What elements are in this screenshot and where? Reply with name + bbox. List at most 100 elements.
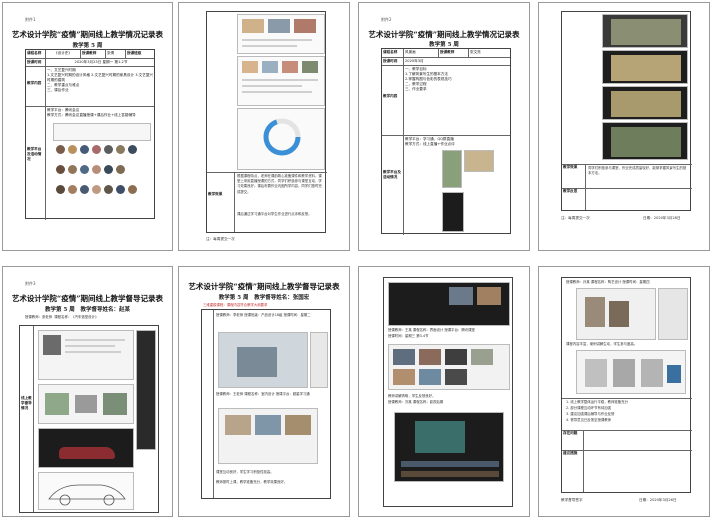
- value-course: 风景画: [404, 49, 439, 57]
- record-table: 线上教学督导情况: [19, 325, 159, 513]
- car-sketch-icon: [48, 484, 126, 506]
- screenshot-car-sketch: [38, 472, 134, 510]
- screenshot-video-strip: [136, 330, 156, 450]
- record-text-1: 授课教师：李老师 授课班级：产品设计18级 授课时间：星期二: [216, 313, 311, 317]
- screenshot-landscape-2: [464, 150, 494, 172]
- progress-ring-icon: [263, 118, 301, 156]
- screenshot-landscape-1: [442, 150, 462, 188]
- screenshot-engine: [38, 384, 134, 424]
- record-text-3: 教师讲解清晰，学生反馈良好。: [388, 394, 436, 398]
- value-time: 2020年3月: [405, 59, 424, 63]
- document-page-1: 附件1 艺术设计学院“疫情”期间线上教学情况记录表 教学第 5 周 课程名称 《…: [2, 2, 173, 251]
- screenshot-3d-modeling: [218, 332, 308, 388]
- document-page-2: 教学效果 根据课程特点，老师在课前精心准备课件和教学资料，课堂上采用直播授课的方…: [178, 2, 350, 251]
- label-time: 授课时间: [382, 58, 404, 65]
- page-subtitle: 教学第 5 周 教学督导姓名：赵某: [45, 307, 130, 313]
- value-teacher: 张倩: [106, 50, 126, 58]
- screenshot-gallery: [388, 344, 510, 390]
- course-info: 授课教师：张老师 课程名称：《汽车造型设计》: [25, 315, 99, 319]
- label-platform: 教学平台及活动情况: [382, 136, 404, 235]
- screenshot-phone: [442, 192, 464, 232]
- screenshot-statistics: [237, 108, 325, 170]
- value-teacher: 张文亮: [470, 50, 481, 54]
- screenshot-course-list: [237, 56, 325, 106]
- page-title: 艺术设计学院“疫情”期间线上教学情况记录表: [368, 30, 520, 39]
- document-page-8: 授课教师：孙某 课程名称：陶艺设计 授课时间：星期四 课程内容丰富，案例讲解生动…: [538, 266, 710, 517]
- record-text-3: 课堂互动良好，学生学习积极性较高。: [216, 470, 274, 474]
- label-teacher: 授课教师: [439, 49, 469, 57]
- page-footer: 注：每周提交一次: [561, 216, 590, 220]
- value-content: 一、文艺复兴时期 1.文艺复兴时期的设计风格 2.文艺复兴时期的家具设计 3.文…: [47, 68, 154, 92]
- value-course: 《设计史》: [46, 50, 81, 58]
- record-table: 教学效果 教学反思 同学们积极参与课堂，作业完成质量较好，能够掌握风景写生的基本…: [561, 11, 692, 211]
- record-text-4: 授课教师：刘某 课程名称：影视后期: [388, 400, 444, 404]
- screenshot-ui-design: [388, 282, 510, 326]
- screenshot-forest-4: [602, 122, 688, 160]
- record-text-4: 教师按时上课，教学准备充分，教学效果良好。: [216, 480, 288, 484]
- record-table: 课程名称 风景画 授课教师 张文亮 授课时间 2020年3月 教学内容 一、教学…: [381, 48, 511, 235]
- issue-1: 1. 线上教学整体运行平稳，教师准备充分: [566, 400, 628, 404]
- label-suggestions: 建议措施: [562, 450, 584, 492]
- page-subtitle: 教学第 5 周: [72, 43, 103, 49]
- record-text-2: 课程内容丰富，案例讲解生动，学生参与度高。: [566, 342, 638, 346]
- page-footer: 教学督导签字: [561, 498, 583, 502]
- record-text-1: 授课教师：孙某 课程名称：陶艺设计 授课时间：星期四: [566, 280, 650, 284]
- screenshot-students: [658, 288, 688, 340]
- label-content: 教学内容: [382, 66, 404, 135]
- record-text-1: 授课教师：王某 课程名称：界面设计 授课平台：腾讯课堂: [388, 328, 475, 332]
- issue-3: 3. 建议加强课后辅导与作业反馈: [566, 412, 615, 416]
- label-class: 授课班级: [127, 51, 142, 55]
- effect-text: 根据课程特点，老师在课前精心准备课件和教学资料，课堂上采用直播授课的方式，同学们…: [237, 174, 322, 194]
- label-effect: 教学效果: [562, 164, 586, 188]
- label-reflection: 教学反思: [562, 188, 586, 210]
- screenshot-meeting-1: [53, 123, 151, 141]
- label-time: 授课时间: [26, 59, 46, 66]
- record-text-2: 授课时间：星期三 第3-4节: [388, 334, 429, 338]
- screenshot-forest-2: [602, 50, 688, 84]
- value-content: 一、教学目标 1.了解风景写生的基本方法 2.掌握构图与色彩的表现技巧 二、教学…: [405, 67, 452, 91]
- effect-text-2: 课后通过学习通平台对学生作业进行点评和反馈。: [237, 212, 312, 216]
- label-platform: 教学平台及活动情况: [26, 107, 46, 220]
- screenshot-car-video: [38, 428, 134, 468]
- label-course: 课程名称: [26, 50, 46, 58]
- page-date: 日期：2020年3月26日: [639, 498, 677, 502]
- page-date: 日期：2020年3月28日: [643, 216, 681, 220]
- supervision-note: 三维建模课程：课程内容符合教学大纲要求: [203, 303, 268, 307]
- value-time: 2020年3月23日 星期一 第1-2节: [74, 60, 128, 64]
- screenshot-forest-1: [602, 14, 688, 48]
- label-content: 教学内容: [26, 67, 46, 106]
- screenshot-lecture: [576, 350, 686, 394]
- page-title: 艺术设计学院“疫情”期间线上教学督导记录表: [188, 282, 340, 291]
- issue-2: 2. 部分课程互动环节有待加强: [566, 406, 612, 410]
- document-page-5: 附件3 艺术设计学院“疫情”期间线上教学督导记录表 教学第 5 周 教学督导姓名…: [2, 266, 173, 517]
- record-table: 课程名称 《设计史》 授课教师 张倩 授课班级 授课时间 2020年3月23日 …: [25, 49, 155, 220]
- page-subtitle: 教学第 5 周 教学督导姓名：张国宏: [218, 295, 310, 301]
- document-page-6: 艺术设计学院“疫情”期间线上教学督导记录表 教学第 5 周 教学督导姓名：张国宏…: [178, 266, 350, 517]
- attachment-tag: 附件1: [25, 17, 36, 22]
- document-page-4: 教学效果 教学反思 同学们积极参与课堂，作业完成质量较好，能够掌握风景写生的基本…: [538, 2, 710, 251]
- issue-4: 4. 督导意见已反馈至授课教师: [566, 418, 612, 422]
- record-table: 授课教师：王某 课程名称：界面设计 授课平台：腾讯课堂 授课时间：星期三 第3-…: [383, 277, 513, 507]
- screenshot-ceramics: [576, 288, 656, 340]
- screenshot-course-page: [237, 14, 325, 54]
- page-footer: 注：每周提交一次: [206, 237, 235, 241]
- label-problems: 存在问题: [562, 430, 584, 450]
- document-page-7: 授课教师：王某 课程名称：界面设计 授课平台：腾讯课堂 授课时间：星期三 第3-…: [358, 266, 530, 517]
- label-effect: 教学效果: [207, 172, 235, 232]
- label-teacher: 授课教师: [81, 50, 106, 58]
- screenshot-video-editor: [394, 412, 504, 482]
- record-table: 授课教师：孙某 课程名称：陶艺设计 授课时间：星期四 课程内容丰富，案例讲解生动…: [561, 277, 692, 493]
- screenshot-slide: [38, 330, 134, 380]
- page-title: 艺术设计学院“疫情”期间线上教学督导记录表: [11, 294, 164, 303]
- document-page-3: 附件2 艺术设计学院“疫情”期间线上教学情况记录表 教学第 5 周 课程名称 风…: [358, 2, 530, 251]
- screenshot-forest-3: [602, 86, 688, 120]
- effect-text: 同学们积极参与课堂，作业完成质量较好，能够掌握风景写生的基本方法。: [588, 166, 687, 176]
- record-text-2: 授课教师：王老师 课程名称：室内设计 授课平台：超星学习通: [216, 392, 310, 396]
- page-subtitle: 教学第 5 周: [429, 42, 459, 48]
- attachment-tag: 附件3: [25, 281, 36, 286]
- page-title: 艺术设计学院“疫情”期间线上教学情况记录表: [11, 30, 164, 39]
- screenshot-interior: [218, 408, 318, 464]
- screenshot-sidebar: [310, 332, 328, 388]
- attachment-tag: 附件2: [381, 17, 392, 22]
- record-table: 教学效果 根据课程特点，老师在课前精心准备课件和教学资料，课堂上采用直播授课的方…: [206, 11, 327, 233]
